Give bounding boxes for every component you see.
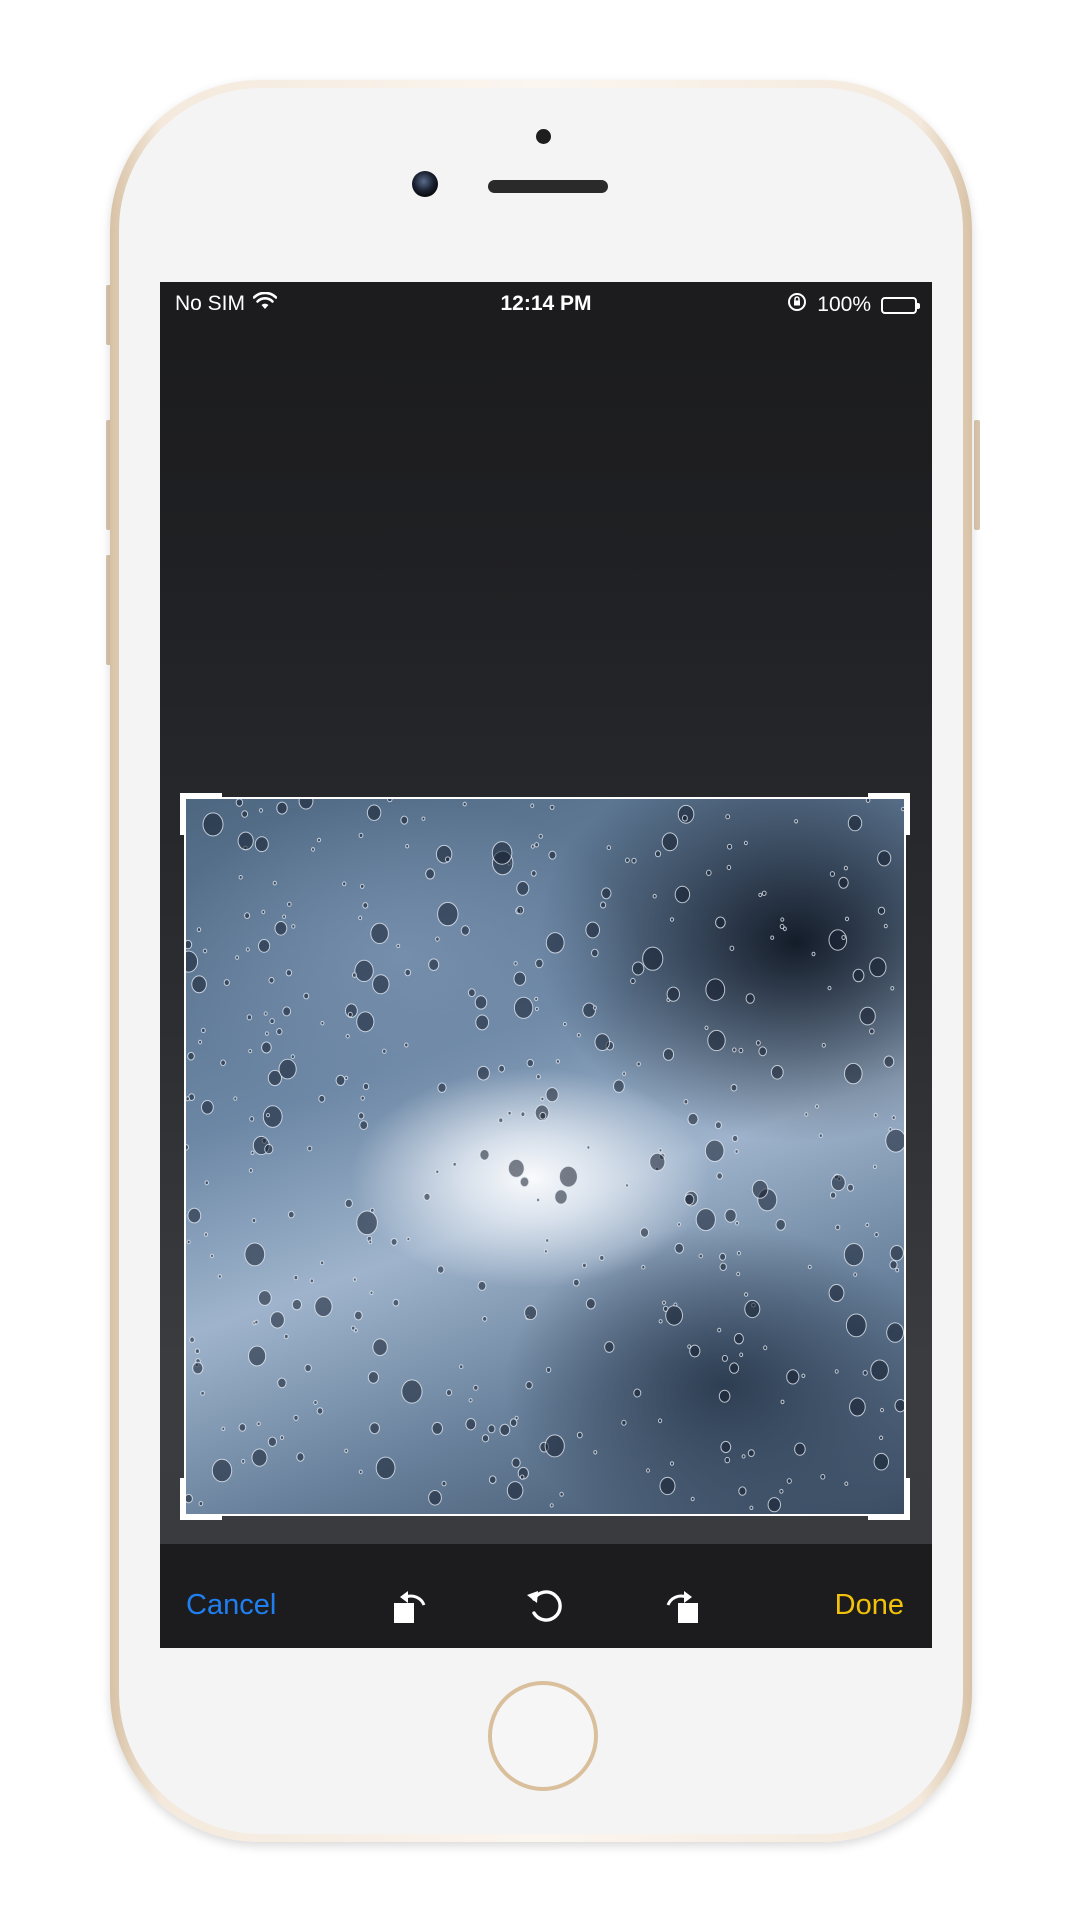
rotate-right-button[interactable] <box>652 1562 712 1648</box>
power-button <box>974 420 980 530</box>
device-mockup: No SIM 12:14 PM 100% Cancel Done <box>0 0 1080 1920</box>
front-camera <box>412 171 438 197</box>
done-button[interactable]: Done <box>829 1562 910 1648</box>
battery-icon <box>881 296 920 314</box>
battery-percent: 100% <box>817 293 871 316</box>
edit-toolbar: Cancel Done <box>160 1562 932 1648</box>
cancel-button[interactable]: Cancel <box>180 1562 282 1648</box>
status-right: 100% <box>787 292 920 318</box>
rotate-left-icon <box>390 1583 430 1627</box>
status-bar: No SIM 12:14 PM 100% <box>160 282 932 330</box>
home-button[interactable] <box>488 1681 598 1791</box>
orientation-lock-icon <box>787 292 807 318</box>
reset-rotation-button[interactable] <box>516 1562 576 1648</box>
photo-preview[interactable] <box>186 799 904 1514</box>
screen: No SIM 12:14 PM 100% Cancel Done <box>160 282 932 1648</box>
battery-tip <box>917 302 920 309</box>
raindrops-overlay <box>186 799 904 1513</box>
proximity-sensor <box>536 129 551 144</box>
reset-rotation-icon <box>524 1583 568 1627</box>
rotate-right-icon <box>662 1583 702 1627</box>
earpiece-speaker <box>488 180 608 193</box>
rotate-left-button[interactable] <box>380 1562 440 1648</box>
